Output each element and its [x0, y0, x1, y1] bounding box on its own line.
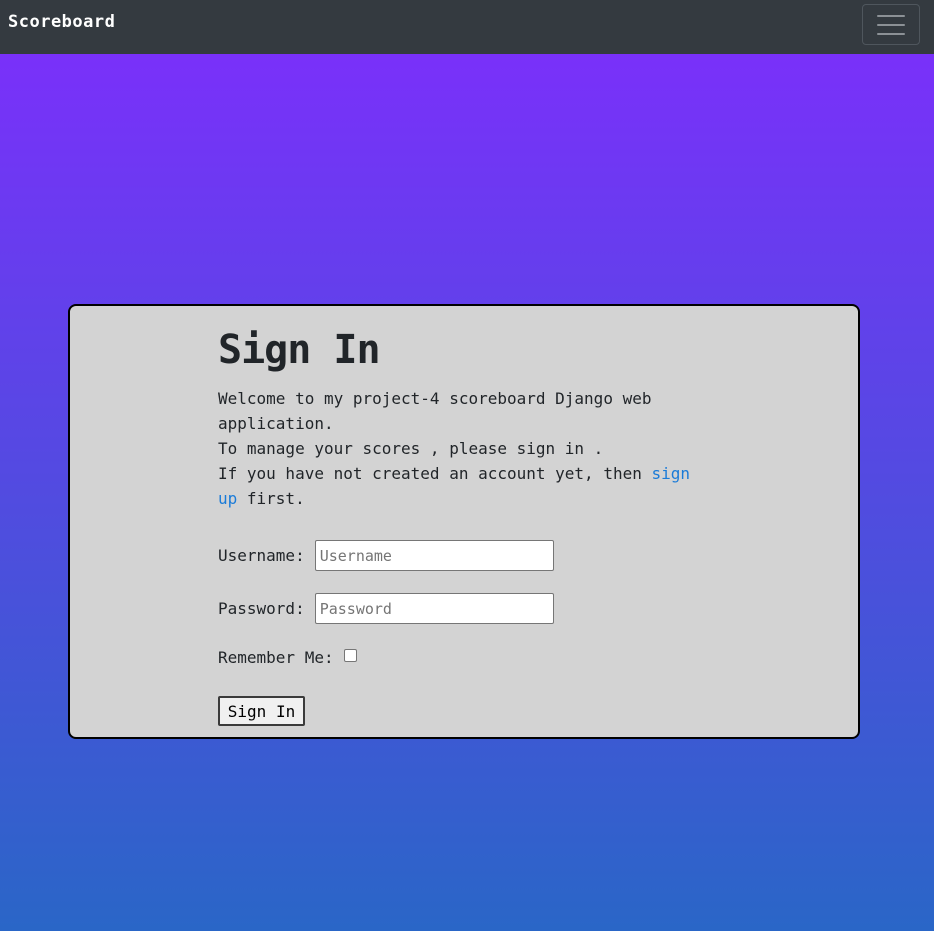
page-title: Sign In [218, 327, 381, 373]
password-input[interactable] [314, 593, 554, 624]
signin-button[interactable]: Sign In [218, 696, 305, 726]
password-label: Password: [218, 599, 305, 618]
signup-prefix: If you have not created an account yet, … [218, 464, 652, 483]
username-label: Username: [218, 546, 305, 565]
welcome-text: Welcome to my project-4 scoreboard Djang… [218, 389, 652, 433]
signin-content: Sign In Welcome to my project-4 scoreboa… [218, 328, 718, 511]
username-input[interactable] [314, 540, 554, 571]
navbar-toggler-button[interactable] [862, 4, 920, 45]
remember-checkbox[interactable] [343, 649, 357, 662]
remember-row: Remember Me: [218, 648, 357, 667]
navbar: Scoreboard [0, 0, 934, 54]
username-row: Username: [218, 540, 554, 571]
password-row: Password: [218, 593, 554, 624]
manage-text: To manage your scores , please sign in . [218, 439, 604, 458]
navbar-brand[interactable]: Scoreboard [8, 12, 115, 32]
signup-suffix: first. [237, 489, 305, 508]
remember-label: Remember Me: [218, 648, 334, 667]
signup-text: If you have not created an account yet, … [218, 461, 718, 511]
signin-card: Sign In Welcome to my project-4 scoreboa… [68, 304, 860, 739]
hamburger-icon [877, 14, 905, 35]
